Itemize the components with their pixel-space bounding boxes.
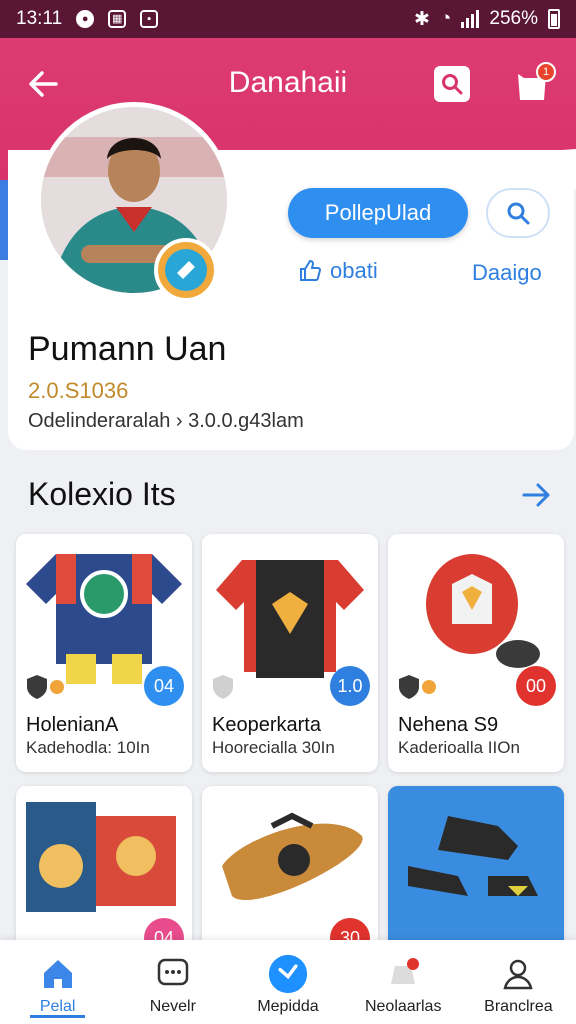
gallery-icon: ▦ (108, 10, 127, 28)
thumbs-up-icon (300, 259, 322, 281)
page-title: Danahaii (228, 66, 348, 99)
profile-search-button[interactable] (486, 188, 550, 238)
notification-icon (391, 958, 420, 984)
wifi-icon: ◔ (439, 8, 452, 29)
nav-item-profile[interactable]: Branclrea (461, 940, 576, 1024)
profile-icon (503, 959, 534, 990)
chat-icon (157, 958, 189, 986)
follow-button[interactable]: PollepUlad (288, 188, 468, 238)
bluetooth-icon: ✱ (413, 8, 430, 30)
like-label: obati (330, 258, 378, 283)
nav-label: Neolaarlas (364, 998, 442, 1015)
nav-label: Nevelr (149, 998, 196, 1015)
user-subtitle: Odelinderaralah › 3.0.0.g43lam (28, 410, 304, 432)
search-icon (442, 74, 463, 95)
nav-label: Pelal (39, 998, 76, 1015)
send-icon (268, 954, 308, 994)
shield-icon (398, 674, 420, 700)
user-name: Pumann Uan (28, 330, 227, 368)
battery-icon (548, 9, 560, 29)
nav-item-chat[interactable]: Nevelr (115, 940, 230, 1024)
price-badge: 04 (144, 666, 184, 706)
item-name: Nehena S9 (398, 714, 499, 736)
status-time: 13:11 (16, 8, 63, 29)
coin-icon (422, 680, 436, 694)
home-icon (43, 960, 72, 988)
record-icon: ● (76, 10, 95, 28)
see-all-button[interactable] (520, 478, 554, 520)
coin-icon (50, 680, 64, 694)
item-name: Keoperkarta (212, 714, 321, 736)
status-bar: 13:11 ● ▦ ▪ ✱ ◔ 256% (0, 0, 576, 38)
cart-badge: 1 (536, 62, 556, 82)
item-subtitle: Kadehodla: 10In (26, 738, 150, 757)
video-icon: ▪ (140, 10, 159, 28)
nav-item-home[interactable]: Pelal (0, 940, 115, 1024)
shoes-image (388, 786, 564, 956)
like-link[interactable]: obati (298, 258, 378, 284)
item-card[interactable]: 00 Nehena S9 Kaderioalla IIOn (388, 534, 564, 772)
section-title: Kolexio Its (28, 476, 176, 512)
nav-label: Mepidda (257, 998, 319, 1015)
bottom-nav: Pelal Nevelr Mepidda Neolaarlas Branclre… (0, 940, 576, 1024)
edge-accent (0, 180, 8, 260)
battery-percent: 256% (489, 8, 538, 29)
arrow-right-icon (522, 483, 550, 507)
detail-link[interactable]: Daaigo (472, 260, 542, 286)
item-card[interactable]: 04 HolenianA Kadehodla: 10In (16, 534, 192, 772)
item-name: HolenianA (26, 714, 119, 736)
search-icon (507, 202, 530, 225)
user-amount: 2.0.S1036 (28, 378, 129, 403)
verified-badge (154, 238, 218, 302)
top-bar: Danahaii 1 (0, 56, 576, 112)
header-search-button[interactable] (434, 66, 470, 102)
item-subtitle: Kaderioalla IIOn (398, 738, 520, 757)
ticket-icon (177, 261, 195, 279)
cart-button[interactable]: 1 (512, 62, 556, 106)
shield-icon (212, 674, 234, 700)
shield-icon (26, 674, 48, 700)
price-badge: 1.0 (330, 666, 370, 706)
nav-item-send[interactable]: Mepidda (230, 940, 345, 1024)
item-card[interactable]: 1.0 Keoperkarta Hoorecialla 30In (202, 534, 378, 772)
nav-label: Branclrea (484, 998, 553, 1015)
item-subtitle: Hoorecialla 30In (212, 738, 335, 757)
signal-icon (461, 10, 480, 28)
price-badge: 00 (516, 666, 556, 706)
nav-item-notifications[interactable]: Neolaarlas (346, 940, 461, 1024)
